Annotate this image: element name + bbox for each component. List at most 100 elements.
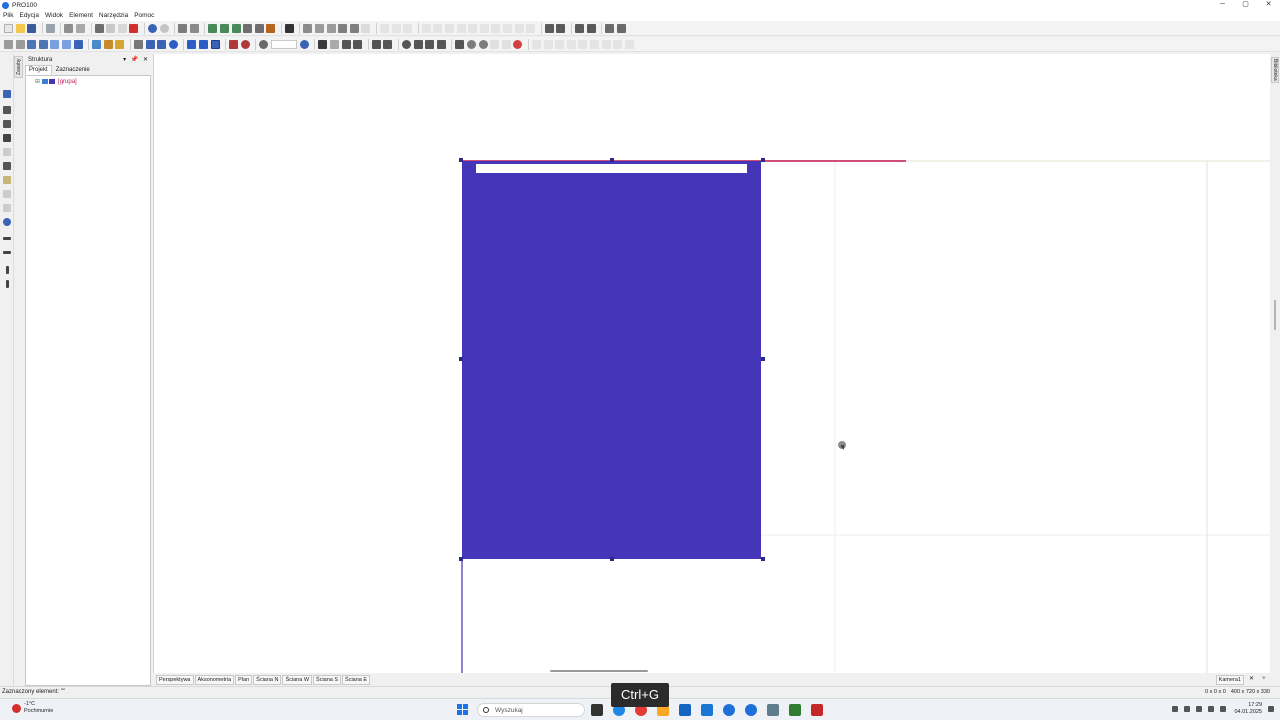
- group-icon[interactable]: [243, 23, 253, 33]
- light-icon[interactable]: [115, 39, 125, 49]
- tab-sciana-s[interactable]: Ściana S: [313, 674, 342, 685]
- new-file-icon[interactable]: [4, 23, 13, 33]
- list-icon[interactable]: [315, 23, 325, 33]
- selection-handle[interactable]: [761, 357, 765, 361]
- cylinder-icon[interactable]: [478, 39, 488, 49]
- chart-icon[interactable]: [338, 23, 348, 33]
- tab-sciana-e[interactable]: Ściana E: [342, 674, 371, 685]
- panel-menu-icon[interactable]: ▾: [123, 57, 126, 63]
- scene-canvas[interactable]: [154, 54, 1270, 673]
- align-left-icon[interactable]: [208, 23, 218, 33]
- stop-icon[interactable]: [513, 39, 523, 49]
- view-front-icon[interactable]: [4, 39, 13, 49]
- window-icon[interactable]: [189, 23, 199, 33]
- pricing-icon[interactable]: [361, 23, 371, 33]
- tab-sciana-n[interactable]: Ściana N: [253, 674, 282, 685]
- view-back-icon[interactable]: [15, 39, 25, 49]
- eye-icon[interactable]: [168, 39, 178, 49]
- shelf-tool-icon[interactable]: [3, 106, 11, 114]
- pencil-icon[interactable]: [3, 134, 11, 142]
- fit-width-icon[interactable]: [544, 23, 554, 33]
- selection-handle[interactable]: [459, 357, 463, 361]
- ellipse-icon[interactable]: [467, 39, 476, 49]
- fit-height-icon[interactable]: [556, 23, 566, 33]
- report-icon[interactable]: [303, 23, 313, 33]
- selection-handle[interactable]: [459, 557, 463, 561]
- pin-icon[interactable]: 📌: [131, 57, 138, 63]
- selection-handle[interactable]: [610, 557, 614, 561]
- tab-sciana-w[interactable]: Ściana W: [282, 674, 313, 685]
- selected-panel[interactable]: [462, 161, 761, 559]
- notes-icon[interactable]: [789, 704, 801, 716]
- menu-element[interactable]: Element: [69, 12, 93, 19]
- volume-icon[interactable]: [1208, 706, 1215, 712]
- selection-handle[interactable]: [610, 158, 614, 162]
- vertical-dimension-icon[interactable]: [6, 266, 9, 274]
- print-icon[interactable]: [64, 23, 74, 33]
- expand-icon[interactable]: ⊞: [35, 78, 40, 85]
- grid-icon[interactable]: [157, 39, 167, 49]
- panel-close-icon[interactable]: ✕: [143, 57, 148, 63]
- lift-icon[interactable]: [425, 39, 435, 49]
- delete-icon[interactable]: [129, 23, 139, 33]
- stack-icon[interactable]: [586, 23, 596, 33]
- view-bottom-icon[interactable]: [61, 39, 71, 49]
- align-right-icon[interactable]: [231, 23, 241, 33]
- menu-edycja[interactable]: Edycja: [19, 12, 39, 19]
- globe-icon[interactable]: [147, 23, 157, 33]
- resources-side-tab[interactable]: Zasoby: [14, 56, 23, 78]
- horizontal-scrollbar[interactable]: [550, 670, 648, 672]
- snap-icon[interactable]: [187, 39, 197, 49]
- snap-edge-icon[interactable]: [198, 39, 208, 49]
- store-icon[interactable]: [701, 704, 713, 716]
- menu-pomoc[interactable]: Pomoc: [134, 12, 154, 19]
- paint-icon[interactable]: [103, 39, 113, 49]
- tab-projekt[interactable]: Projekt: [25, 65, 52, 75]
- distribute-icon[interactable]: [574, 23, 584, 33]
- move-down-icon[interactable]: [353, 39, 363, 49]
- snap-active-icon[interactable]: [210, 39, 220, 49]
- close-button[interactable]: ✕: [1257, 0, 1280, 10]
- view-left-icon[interactable]: [27, 39, 37, 49]
- 3d-viewport[interactable]: [153, 54, 1270, 673]
- export-icon[interactable]: [45, 23, 55, 33]
- zoom-in-icon[interactable]: [299, 39, 309, 49]
- move-icon[interactable]: [413, 39, 423, 49]
- save-icon[interactable]: [27, 23, 37, 33]
- menu-widok[interactable]: Widok: [45, 12, 63, 19]
- copy-icon[interactable]: [106, 23, 116, 33]
- materials-icon[interactable]: [159, 23, 169, 33]
- vertical-line-icon[interactable]: [6, 280, 9, 288]
- zoom-field[interactable]: [270, 39, 297, 49]
- layout-icon[interactable]: [341, 39, 351, 49]
- panel-tool-icon[interactable]: [3, 120, 11, 128]
- library-side-tab[interactable]: Biblioteka: [1271, 57, 1279, 83]
- view-iso-icon[interactable]: [73, 39, 83, 49]
- grid-view-icon[interactable]: [318, 39, 328, 49]
- microphone-icon[interactable]: [1184, 706, 1191, 712]
- dimension-tool-icon[interactable]: [3, 251, 11, 254]
- battery-icon[interactable]: [1220, 706, 1227, 712]
- menu-plik[interactable]: Plik: [3, 12, 13, 19]
- tab-camera[interactable]: Kamera1: [1215, 675, 1244, 685]
- arrow-down-icon[interactable]: [371, 39, 381, 49]
- magnet-icon[interactable]: [229, 39, 239, 49]
- undo-icon[interactable]: [92, 39, 102, 49]
- cutting-list-icon[interactable]: [326, 23, 336, 33]
- selection-handle[interactable]: [761, 557, 765, 561]
- record-icon[interactable]: [240, 39, 250, 49]
- chevron-up-icon[interactable]: [1172, 706, 1179, 712]
- properties-icon[interactable]: [178, 23, 188, 33]
- pointer-icon[interactable]: [3, 90, 11, 98]
- refresh-icon[interactable]: [402, 39, 412, 49]
- taskbar-search[interactable]: Wyszukaj: [477, 703, 585, 717]
- selection-handle[interactable]: [459, 158, 463, 162]
- view-top-icon[interactable]: [50, 39, 60, 49]
- magnifier-icon[interactable]: [3, 218, 11, 226]
- visibility-checkbox-icon[interactable]: [42, 79, 49, 84]
- pro100-taskbar-icon[interactable]: [723, 704, 735, 716]
- notification-icon[interactable]: [1268, 706, 1274, 712]
- measure-tool-icon[interactable]: [3, 162, 11, 170]
- align-center-icon[interactable]: [219, 23, 229, 33]
- recorder-icon[interactable]: [811, 704, 823, 716]
